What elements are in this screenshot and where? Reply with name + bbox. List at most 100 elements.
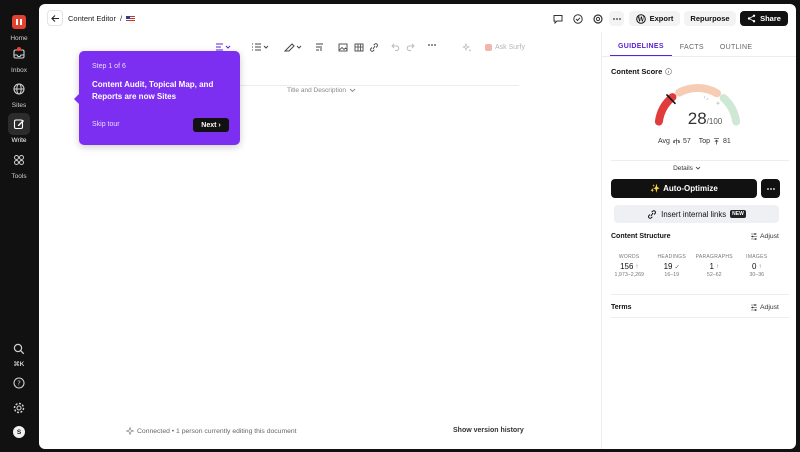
ask-surfy-label: Ask Surfy bbox=[495, 44, 525, 51]
stat-range: 1,973–2,269 bbox=[614, 272, 644, 278]
repurpose-button[interactable]: Repurpose bbox=[684, 11, 736, 26]
table-icon bbox=[354, 43, 364, 52]
tab-facts[interactable]: FACTS bbox=[672, 37, 712, 57]
nav-settings[interactable] bbox=[0, 397, 38, 419]
sparkle-icon bbox=[462, 43, 472, 52]
onboarding-tour-popup: Step 1 of 6 Content Audit, Topical Map, … bbox=[74, 51, 240, 145]
nav-account[interactable]: S bbox=[0, 421, 38, 443]
highlight-dropdown[interactable] bbox=[284, 43, 302, 52]
search-icon bbox=[8, 338, 30, 360]
top-score: Top 81 bbox=[699, 138, 731, 145]
content-score-label: Content Score bbox=[611, 67, 663, 76]
tour-next-button[interactable]: Next › bbox=[193, 118, 229, 132]
arrow-up-bar-icon bbox=[714, 138, 720, 145]
nav-help[interactable]: ? bbox=[0, 372, 38, 394]
top-value: 81 bbox=[723, 138, 731, 145]
image-button[interactable] bbox=[338, 43, 348, 52]
insert-internal-links-button[interactable]: Insert internal links NEW bbox=[614, 205, 779, 223]
terms-adjust-button[interactable]: Adjust bbox=[750, 304, 779, 311]
connection-status: Connected • 1 person currently editing t… bbox=[126, 427, 297, 435]
nav-write[interactable]: Write bbox=[0, 113, 38, 144]
surfy-icon bbox=[485, 44, 492, 51]
gauge-sparkle-icon bbox=[715, 101, 721, 106]
link-button[interactable] bbox=[369, 43, 379, 52]
arrow-up-icon: ↑ bbox=[635, 263, 639, 270]
score-number: 28 bbox=[687, 109, 707, 128]
inbox-unread-dot bbox=[17, 47, 21, 51]
globe-icon bbox=[8, 78, 30, 100]
stat-range: 16–19 bbox=[664, 272, 680, 278]
tab-outline[interactable]: OUTLINE bbox=[712, 37, 760, 57]
list-dropdown[interactable] bbox=[251, 43, 269, 51]
tab-guidelines[interactable]: GUIDELINES bbox=[610, 37, 672, 57]
comment-icon bbox=[553, 14, 562, 24]
title-description-toggle[interactable]: Title and Description bbox=[287, 87, 356, 94]
sliders-icon bbox=[751, 304, 757, 311]
more-options-button[interactable] bbox=[609, 11, 624, 26]
export-label: Export bbox=[649, 14, 674, 23]
auto-optimize-button[interactable]: ✨ Auto-Optimize bbox=[611, 179, 757, 198]
nav-home-label: Home bbox=[10, 35, 28, 42]
version-history-button[interactable]: Show version history bbox=[453, 427, 524, 434]
export-button[interactable]: W Export bbox=[629, 11, 680, 26]
adjust-label: Adjust bbox=[760, 233, 779, 240]
check-button[interactable] bbox=[570, 11, 585, 26]
structure-divider bbox=[611, 294, 789, 295]
nav-tools-label: Tools bbox=[11, 173, 27, 180]
nav-home[interactable]: Home bbox=[0, 11, 38, 42]
redo-button[interactable] bbox=[406, 43, 415, 51]
new-badge: NEW bbox=[730, 210, 746, 218]
back-button[interactable] bbox=[47, 10, 63, 26]
text-wrap-icon bbox=[316, 43, 323, 51]
stat-key: WORDS bbox=[618, 254, 640, 260]
nav-inbox-label: Inbox bbox=[11, 67, 27, 74]
more-formatting-button[interactable] bbox=[427, 43, 437, 47]
content-structure-title: Content Structure bbox=[611, 233, 671, 240]
guidelines-panel: GUIDELINES FACTS OUTLINE Content Score 2… bbox=[601, 32, 796, 449]
tour-step: Step 1 of 6 bbox=[92, 63, 126, 70]
title-description-label: Title and Description bbox=[287, 87, 347, 94]
avatar: S bbox=[13, 426, 25, 438]
integration-button[interactable] bbox=[590, 11, 605, 26]
nav-write-label: Write bbox=[11, 137, 27, 144]
table-button[interactable] bbox=[354, 43, 364, 52]
nav-sites[interactable]: Sites bbox=[0, 78, 38, 109]
numbered-list-icon bbox=[252, 43, 269, 51]
stat-value: 19 bbox=[663, 262, 673, 271]
align-dropdown[interactable] bbox=[215, 43, 231, 51]
balance-icon bbox=[672, 138, 680, 145]
connection-status-text: Connected • 1 person currently editing t… bbox=[137, 427, 297, 435]
insert-dropdown-button[interactable] bbox=[315, 43, 324, 52]
undo-icon bbox=[391, 43, 400, 51]
breadcrumb: Content Editor / bbox=[68, 14, 136, 23]
structure-stats: WORDS 156 ↑ 1,973–2,269 HEADINGS 19 ✓ 16–1… bbox=[608, 254, 778, 278]
nav-tools[interactable]: Tools bbox=[0, 149, 38, 180]
structure-adjust-button[interactable]: Adjust bbox=[750, 233, 779, 240]
write-icon bbox=[8, 113, 30, 135]
share-button[interactable]: Share bbox=[740, 11, 788, 26]
stat-key: PARAGRAPHS bbox=[695, 254, 733, 260]
svg-text:?: ? bbox=[17, 380, 21, 388]
breadcrumb-content-editor[interactable]: Content Editor bbox=[68, 14, 116, 23]
sparkle-icon bbox=[126, 427, 134, 435]
comments-button[interactable] bbox=[550, 11, 565, 26]
details-toggle[interactable]: Details bbox=[667, 162, 707, 174]
ask-surfy-button[interactable]: Ask Surfy bbox=[485, 44, 525, 51]
auto-optimize-more-button[interactable] bbox=[761, 179, 780, 198]
content-score-value: 28/100 bbox=[675, 109, 735, 129]
undo-button[interactable] bbox=[391, 43, 400, 51]
breadcrumb-separator: / bbox=[119, 14, 123, 23]
grid-icon bbox=[8, 149, 30, 171]
nav-inbox[interactable]: Inbox bbox=[0, 43, 38, 74]
stat-key: HEADINGS bbox=[657, 254, 686, 260]
nav-search[interactable]: ⌘K bbox=[0, 338, 38, 368]
help-icon: ? bbox=[8, 372, 30, 394]
tour-heading: Content Audit, Topical Map, and Reports … bbox=[92, 80, 214, 101]
ai-sparkle-button[interactable] bbox=[462, 43, 472, 53]
score-max: /100 bbox=[706, 117, 723, 126]
svg-text:W: W bbox=[636, 16, 644, 23]
skip-tour-link[interactable]: Skip tour bbox=[92, 121, 120, 128]
left-nav: Home Inbox Sites Write Tools ⌘K ? S bbox=[0, 0, 38, 452]
sliders-icon bbox=[751, 233, 757, 240]
info-icon[interactable] bbox=[665, 68, 673, 75]
